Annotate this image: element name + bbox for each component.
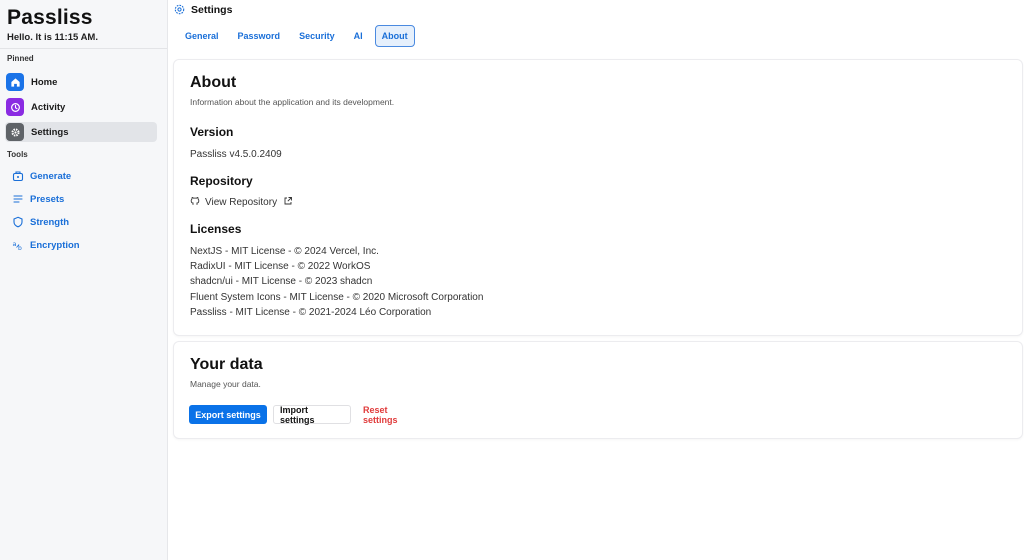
view-repository-link[interactable]: View Repository (190, 196, 293, 209)
export-settings-button[interactable]: Export settings (189, 405, 267, 424)
license-item: NextJS - MIT License - © 2024 Vercel, In… (190, 246, 379, 257)
sidebar-item-label: Home (31, 76, 58, 88)
app-title: Passliss (7, 6, 93, 29)
licenses-heading: Licenses (190, 222, 242, 236)
tab-password[interactable]: Password (231, 25, 288, 47)
reset-settings-button[interactable]: Reset settings (357, 405, 429, 425)
home-icon (6, 73, 24, 91)
sidebar-item-label: Strength (30, 216, 70, 228)
license-item: Fluent System Icons - MIT License - © 20… (190, 292, 484, 303)
sidebar-item-label: Settings (31, 126, 69, 138)
your-data-title: Your data (190, 356, 263, 373)
sidebar-item-strength[interactable]: Strength (11, 214, 69, 230)
page-title: Settings (191, 4, 233, 16)
license-item: Passliss - MIT License - © 2021-2024 Léo… (190, 307, 432, 318)
sidebar-item-presets[interactable]: Presets (11, 191, 64, 207)
sidebar-item-home[interactable]: Home (5, 72, 157, 92)
sidebar-item-label: Generate (30, 170, 72, 182)
svg-text:a: a (12, 240, 16, 248)
sidebar-item-settings[interactable]: Settings (5, 122, 157, 142)
import-settings-button[interactable]: Import settings (273, 405, 351, 425)
github-icon (190, 196, 200, 209)
pinned-section-label: Pinned (7, 54, 34, 63)
about-card: About Information about the application … (173, 59, 1023, 336)
license-item: shadcn/ui - MIT License - © 2023 shadcn (190, 276, 373, 287)
about-title: About (190, 74, 237, 91)
sidebar-divider (0, 48, 167, 49)
open-external-icon (283, 196, 293, 209)
sidebar-item-generate[interactable]: Generate (11, 168, 71, 184)
history-icon (6, 98, 24, 116)
about-subtitle: Information about the application and it… (190, 97, 395, 107)
generate-icon (11, 170, 24, 183)
tools-section-label: Tools (7, 150, 28, 159)
your-data-subtitle: Manage your data. (190, 379, 261, 389)
repository-heading: Repository (190, 174, 253, 188)
gear-icon (173, 3, 186, 16)
sidebar-item-label: Presets (30, 193, 65, 205)
translate-icon: ab (11, 239, 24, 252)
tab-ai[interactable]: AI (347, 25, 370, 47)
svg-text:b: b (18, 245, 22, 251)
gear-icon (6, 123, 24, 141)
sidebar-item-encryption[interactable]: ab Encryption (11, 237, 80, 253)
tab-about[interactable]: About (374, 25, 415, 47)
your-data-card: Your data Manage your data. Export setti… (173, 341, 1023, 439)
sidebar-item-label: Encryption (30, 239, 80, 251)
tab-security[interactable]: Security (292, 25, 342, 47)
view-repository-label: View Repository (205, 197, 278, 208)
version-value: Passliss v4.5.0.2409 (190, 149, 282, 160)
settings-tabs: General Password Security AI About (178, 25, 420, 47)
version-heading: Version (190, 125, 234, 139)
sidebar-item-activity[interactable]: Activity (5, 97, 157, 117)
sidebar-item-label: Activity (31, 101, 66, 113)
list-icon (11, 193, 24, 206)
greeting-text: Hello. It is 11:15 AM. (7, 32, 98, 43)
sidebar: Passliss Hello. It is 11:15 AM. Pinned H… (0, 0, 168, 560)
tab-general[interactable]: General (178, 25, 226, 47)
shield-icon (11, 216, 24, 229)
license-item: RadixUI - MIT License - © 2022 WorkOS (190, 261, 371, 272)
